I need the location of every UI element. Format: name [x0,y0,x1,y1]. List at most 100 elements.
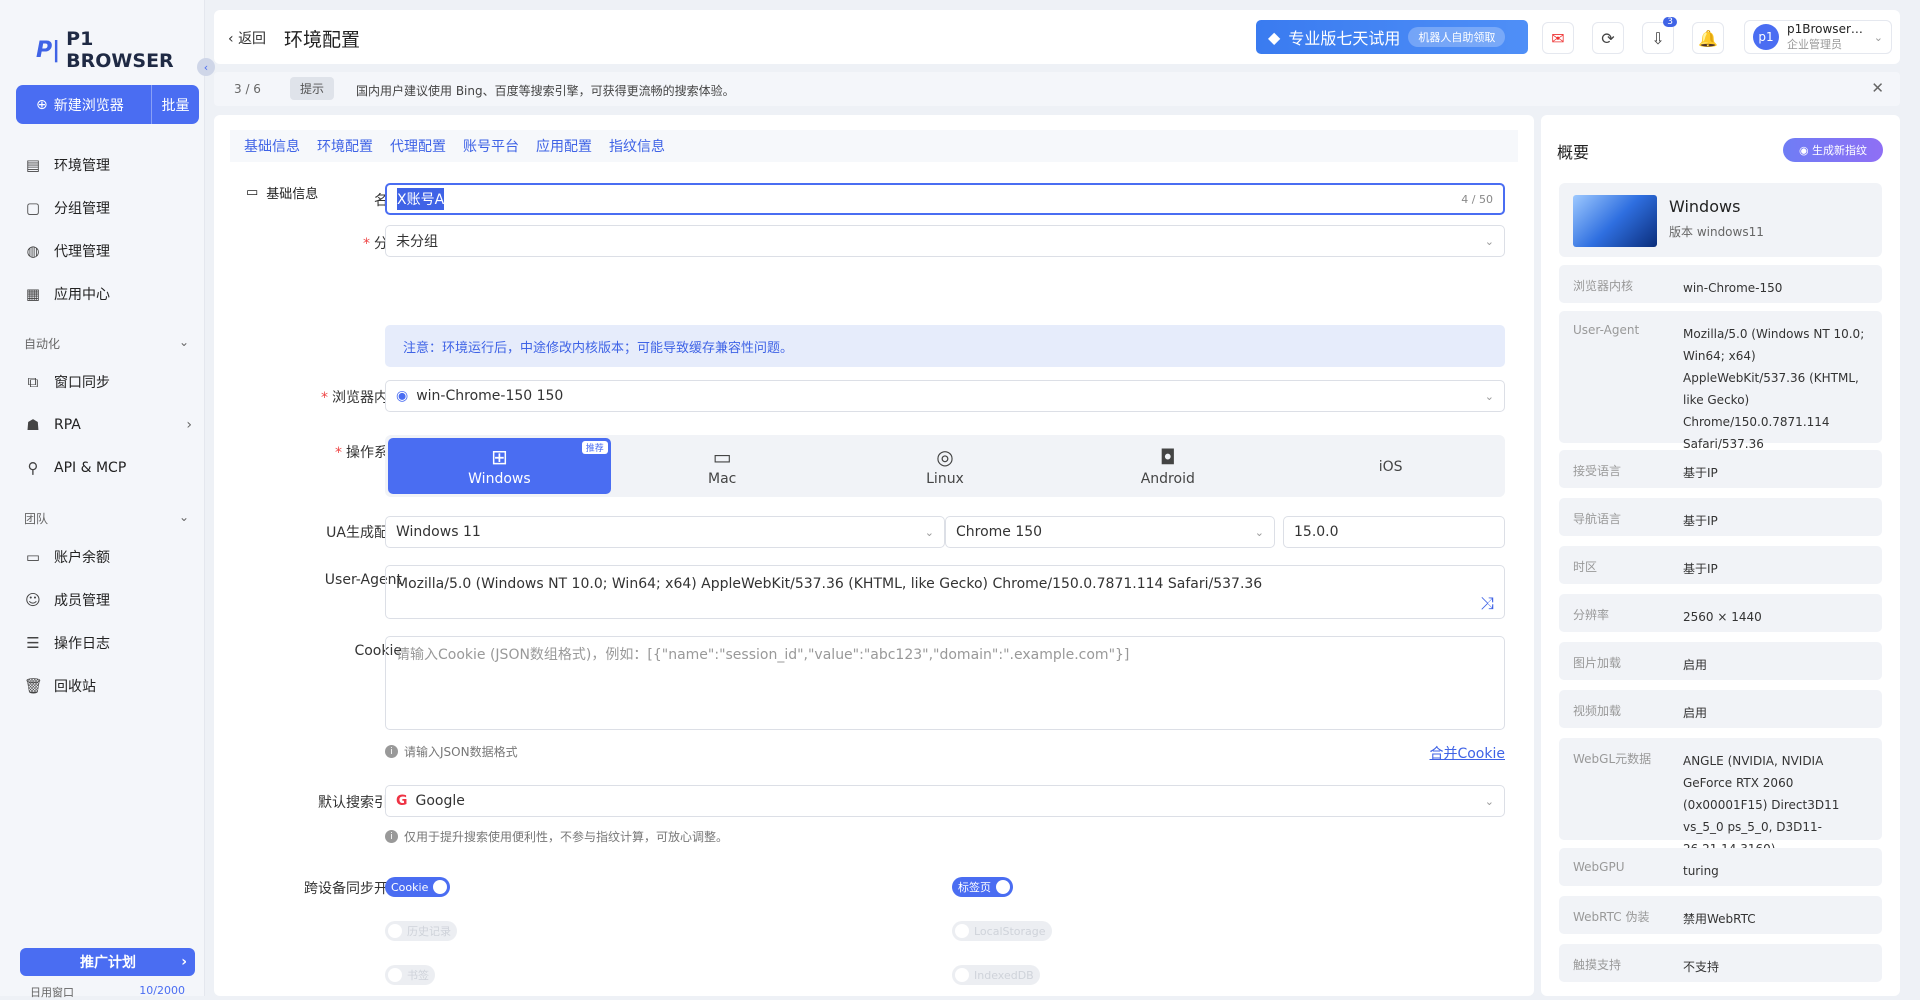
sidebar-item-proxy[interactable]: ◍ 代理管理 [24,241,192,261]
group-select[interactable]: 未分组 ⌄ [385,225,1505,257]
kernel-select[interactable]: ◉ win-Chrome-150 150 ⌄ [385,380,1505,412]
sidebar-item-balance[interactable]: ▭ 账户余额 [24,547,192,567]
toggle-bookmarks[interactable]: 书签 [385,965,435,985]
overview-title: 概要 [1557,143,1590,162]
cookie-textarea[interactable]: 请输入Cookie (JSON数组格式)，例如：[{"name":"sessio… [385,636,1505,730]
tab-proxy[interactable]: 代理配置 [390,136,446,156]
chevron-right-icon: › [181,954,187,970]
mail-icon[interactable]: ✉ [1542,22,1574,54]
close-icon[interactable]: ✕ [1871,79,1884,97]
tab-basic[interactable]: 基础信息 [244,136,300,156]
cookie-label: Cookie [354,643,402,659]
merge-cookie-link[interactable]: 合并Cookie [1429,743,1505,763]
collapse-sidebar-icon[interactable]: ‹ [197,58,215,76]
ua-browser-select[interactable]: Chrome 150 ⌄ [945,516,1275,548]
overview-value: Mozilla/5.0 (Windows NT 10.0; Win64; x64… [1683,327,1865,451]
sidebar-item-group[interactable]: ▢ 分组管理 [24,198,192,218]
overview-key: 分辨率 [1573,608,1610,622]
bell-icon[interactable]: 🔔 [1692,22,1724,54]
sidebar-item-members[interactable]: ☺ 成员管理 [24,590,192,610]
name-input[interactable]: X账号A 4 / 50 [385,183,1505,215]
search-engine-select[interactable]: G Google ⌄ [385,785,1505,817]
ua-textarea[interactable]: Mozilla/5.0 (Windows NT 10.0; Win64; x64… [385,565,1505,619]
kernel-label: * 浏览器内核 [321,390,402,406]
chrome-icon: ◉ [396,388,409,404]
os-ios[interactable]: iOS [1279,438,1502,494]
overview-value: 基于IP [1683,466,1718,480]
os-linux[interactable]: ◎ Linux [834,438,1057,494]
cookie-hint: i 请输入JSON数据格式 [385,743,518,760]
promo-banner[interactable]: 推广计划 › [20,948,195,976]
env-icon: ▤ [25,156,41,174]
tab-fingerprint[interactable]: 指纹信息 [609,136,665,156]
sidebar-item-apps[interactable]: ▦ 应用中心 [24,284,192,304]
section-automation[interactable]: 自动化 ⌄ [24,335,189,352]
overview-row: 浏览器内核 win-Chrome-150 [1559,265,1882,303]
overview-key: 视频加载 [1573,704,1622,718]
window-sync-icon: ⧉ [27,373,39,391]
back-button[interactable]: ‹ 返回 [228,28,266,48]
chevron-down-icon: ⌄ [1254,525,1264,539]
windows-wallpaper [1573,195,1657,247]
google-icon: G [396,793,408,809]
config-tabs: 基础信息 环境配置 代理配置 账号平台 应用配置 指纹信息 [230,130,1518,162]
kernel-warning: 注意：环境运行后，中途修改内核版本；可能导致缓存兼容性问题。 [385,325,1505,367]
overview-key: 浏览器内核 [1573,279,1634,293]
chevron-right-icon: › [186,417,192,433]
overview-value: win-Chrome-150 [1683,281,1783,295]
shuffle-icon[interactable]: ⤨ [1480,594,1494,614]
sidebar-item-env[interactable]: ▤ 环境管理 [24,155,192,175]
toggle-history[interactable]: 历史记录 [385,921,457,941]
os-android[interactable]: ◘ Android [1056,438,1279,494]
overview-row: 触摸支持 不支持 [1559,944,1882,982]
overview-key: 图片加载 [1573,656,1622,670]
plus-icon: ⊕ [36,96,48,113]
overview-row: WebGL元数据 ANGLE (NVIDIA, NVIDIA GeForce RT… [1559,738,1882,856]
tab-account[interactable]: 账号平台 [463,136,519,156]
os-windows[interactable]: 推荐 ⊞ Windows [388,438,611,494]
new-browser-button[interactable]: ⊕ 新建浏览器 批量 [16,85,199,124]
group-label: *分组 [363,236,402,252]
os-summary-card: Windows 版本 windows11 [1559,183,1882,257]
download-icon[interactable]: ⇩ 3 [1642,17,1677,54]
batch-button[interactable]: 批量 [151,85,199,124]
sidebar-item-window-sync[interactable]: ⧉ 窗口同步 [24,372,192,392]
overview-key: 时区 [1573,560,1598,574]
toggle-indexeddb[interactable]: IndexedDB [952,965,1040,985]
chevron-down-icon: ⌄ [1873,30,1883,44]
ua-version-input[interactable]: 15.0.0 [1283,516,1505,548]
name-label-text: 名称 [252,190,402,210]
overview-key: User-Agent [1573,323,1640,337]
overview-row: 时区 基于IP [1559,546,1882,584]
sidebar-item-logs[interactable]: ☰ 操作日志 [24,633,192,653]
sidebar-item-trash[interactable]: 🗑 回收站 [24,676,192,696]
user-menu[interactable]: p1 p1Browser… 企业管理员 ⌄ [1744,20,1892,54]
globe-icon: ◍ [26,242,40,260]
overview-value: 2560 × 1440 [1683,610,1762,624]
chevron-down-icon: ⌄ [1484,794,1494,808]
section-team[interactable]: 团队 ⌄ [24,510,189,527]
os-mac[interactable]: ▭ Mac [611,438,834,494]
chevron-down-icon: ⌄ [178,510,189,524]
sidebar-item-api[interactable]: ⚲ API & MCP [24,459,192,477]
tab-env[interactable]: 环境配置 [317,136,373,156]
overview-value: 启用 [1683,706,1708,720]
toggle-localstorage[interactable]: LocalStorage [952,921,1052,941]
mac-icon: ▭ [712,445,732,469]
generate-fingerprint-button[interactable]: ◉ 生成新指纹 [1783,138,1883,162]
sidebar-item-rpa[interactable]: ☗ RPA › [24,416,192,434]
user-icon: ☺ [25,591,41,609]
chevron-down-icon: ⌄ [178,335,189,349]
ua-os-select[interactable]: Windows 11 ⌄ [385,516,945,548]
overview-value: 启用 [1683,658,1708,672]
overview-row: User-Agent Mozilla/5.0 (Windows NT 10.0; … [1559,311,1882,451]
refresh-icon[interactable]: ⟳ [1592,22,1624,54]
toggle-cookie[interactable]: Cookie [385,877,451,897]
trial-banner[interactable]: ◆ 专业版七天试用 机器人自助领取 [1256,20,1528,54]
chevron-down-icon: ⌄ [1484,234,1494,248]
log-icon: ☰ [26,634,40,652]
overview-key: 接受语言 [1573,464,1622,478]
toggle-tabs[interactable]: 标签页 [952,877,1013,897]
tab-app[interactable]: 应用配置 [536,136,592,156]
trash-icon: 🗑 [24,677,44,695]
